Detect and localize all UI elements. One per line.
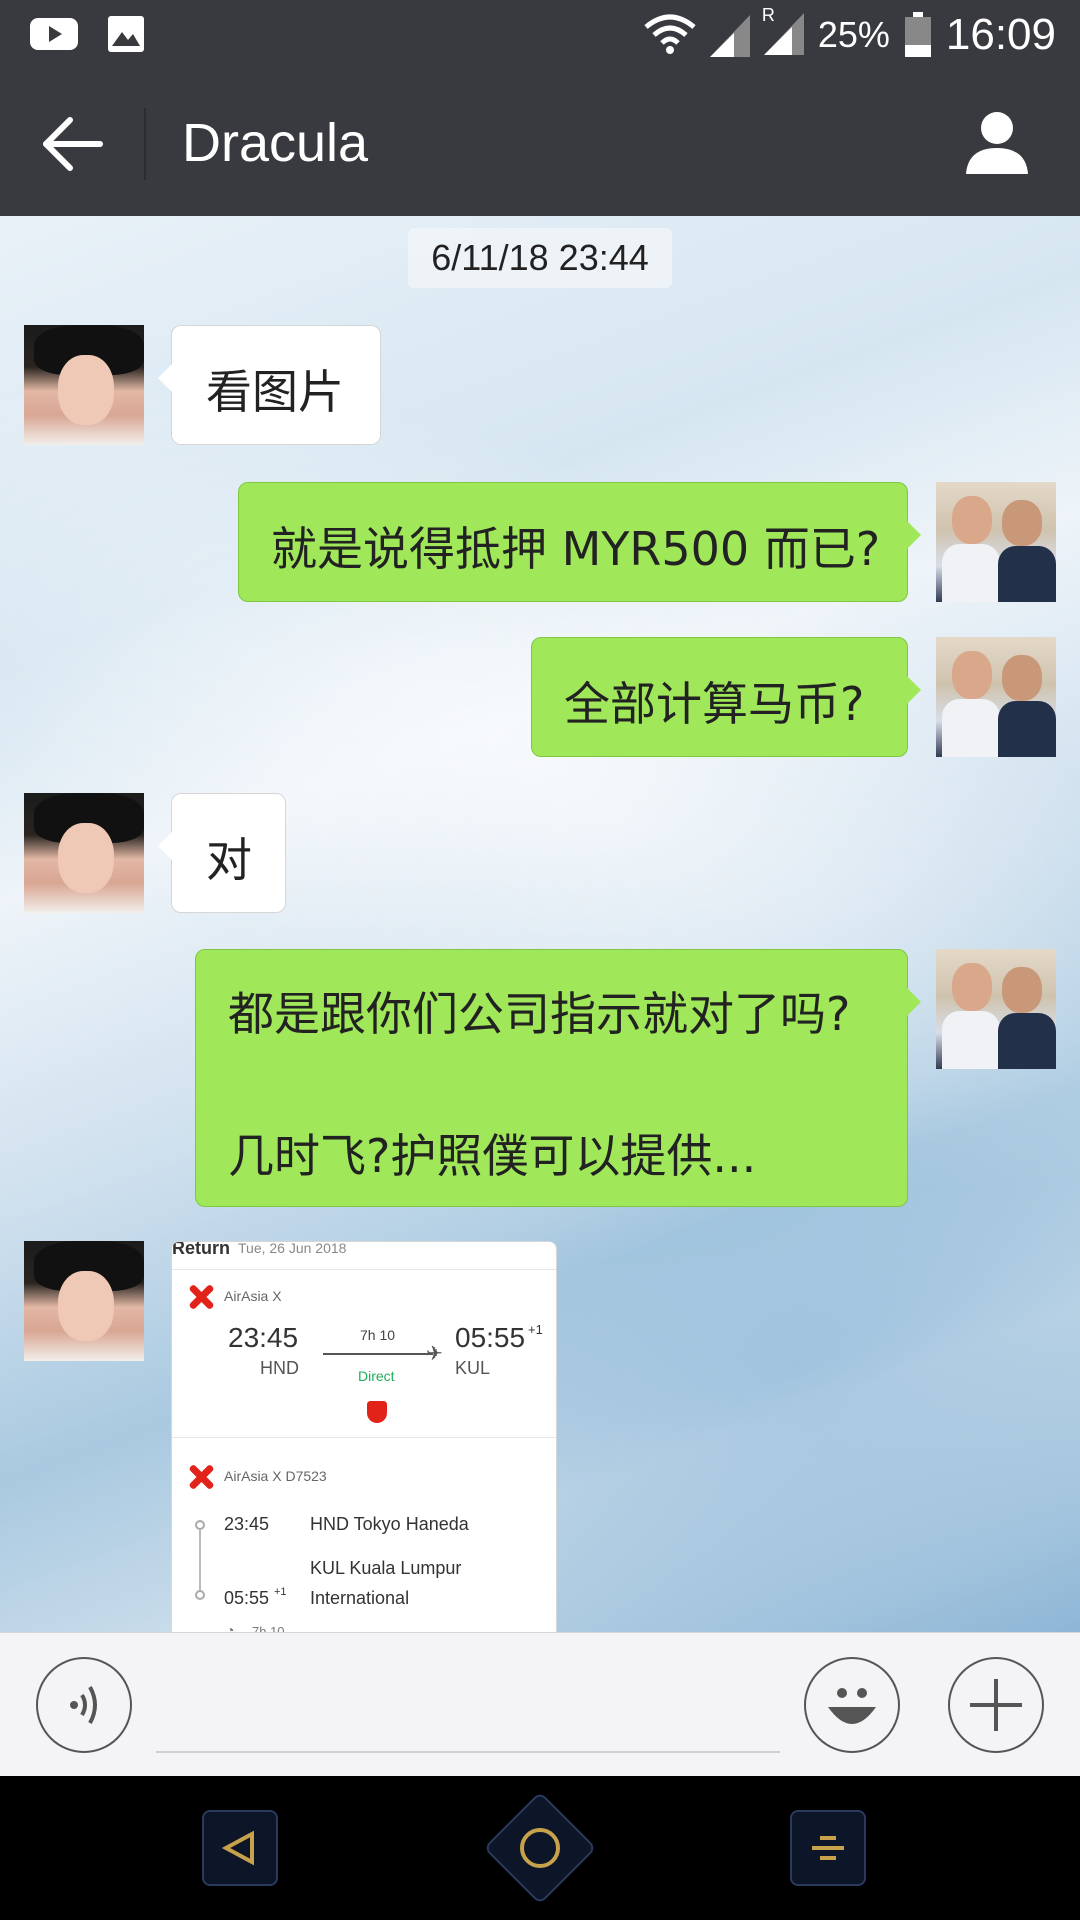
gallery-icon: [108, 16, 144, 52]
incoming-message[interactable]: 看图片: [158, 325, 381, 445]
depart-time: 23:45: [228, 1322, 299, 1353]
message-text: 全部计算马币?: [564, 677, 865, 731]
airline-name: AirAsia X: [224, 1288, 282, 1304]
clock-icon: ◔: [226, 1622, 235, 1632]
clock: 16:09: [945, 10, 1056, 59]
status-bar: R 25% 16:09: [0, 0, 1080, 72]
plane-icon: ✈: [426, 1343, 443, 1365]
friend-avatar[interactable]: [24, 325, 144, 445]
arrow-left-icon[interactable]: [40, 114, 106, 174]
flight-label: AirAsia X D7523: [224, 1468, 327, 1484]
chat-title: Dracula: [182, 113, 369, 173]
timeline-line: [199, 1530, 201, 1594]
message-timestamp: 6/11/18 23:44: [408, 228, 672, 288]
smiley-icon: [828, 1688, 876, 1724]
menu-lines-icon: [812, 1836, 844, 1860]
voice-button[interactable]: [36, 1657, 132, 1753]
shield-icon: [367, 1401, 387, 1423]
message-input[interactable]: [156, 1751, 780, 1753]
detail-arrive-place-1: KUL Kuala Lumpur: [310, 1558, 462, 1578]
message-text-line-1: 都是跟你们公司指示就对了吗?: [228, 987, 851, 1041]
airasia-logo-icon: [186, 1462, 216, 1492]
youtube-icon: [30, 18, 78, 50]
input-bar: [0, 1632, 1080, 1776]
detail-arrive-place-2: International: [310, 1588, 410, 1608]
navigation-bar: [0, 1776, 1080, 1920]
wifi-icon: [644, 14, 696, 54]
timeline-dot-depart: [195, 1520, 205, 1530]
card-header: Return Tue, 26 Jun 2018: [172, 1241, 556, 1270]
card-divider: [172, 1437, 556, 1438]
route-line: [323, 1353, 433, 1355]
header-divider: [144, 108, 146, 180]
plus-button[interactable]: [948, 1657, 1044, 1753]
airasia-logo-icon: [186, 1282, 216, 1312]
friend-avatar[interactable]: [24, 1241, 144, 1361]
message-text: 就是说得抵押 MYR500 而已?: [271, 522, 881, 576]
message-text: 对: [206, 833, 252, 887]
nav-back-button[interactable]: [202, 1810, 278, 1886]
flight-itinerary-image[interactable]: Return Tue, 26 Jun 2018 AirAsia X 23:45 …: [171, 1241, 557, 1632]
message-text-line-2: 几时飞?护照僕可以提供...: [228, 1129, 757, 1183]
outgoing-message[interactable]: 全部计算马币?: [531, 637, 921, 757]
stop-type: Direct: [358, 1368, 395, 1384]
arrive-time: 05:55: [455, 1322, 526, 1353]
emoji-button[interactable]: [804, 1657, 900, 1753]
outgoing-message[interactable]: 都是跟你们公司指示就对了吗? 几时飞?护照僕可以提供...: [195, 949, 921, 1207]
detail-arrive-time: 05:55: [224, 1588, 270, 1608]
self-avatar[interactable]: [936, 637, 1056, 757]
voice-icon: [70, 1686, 97, 1724]
incoming-message[interactable]: 对: [158, 793, 286, 913]
battery-percentage: 25%: [817, 14, 890, 55]
signal-icon: [709, 15, 750, 57]
arrive-code: KUL: [455, 1358, 491, 1378]
battery-icon: [904, 12, 931, 57]
duration: 7h 10: [360, 1327, 396, 1343]
detail-depart-place: HND Tokyo Haneda: [310, 1514, 469, 1534]
depart-code: HND: [260, 1358, 299, 1378]
self-avatar[interactable]: [936, 482, 1056, 602]
person-icon[interactable]: [964, 110, 1030, 176]
detail-arrive-offset: +1: [274, 1586, 287, 1598]
chat-header: Dracula: [0, 72, 1080, 216]
roaming-indicator: R: [761, 5, 775, 25]
self-avatar[interactable]: [936, 949, 1056, 1069]
card-header-date: Tue, 26 Jun 2018: [238, 1241, 347, 1256]
triangle-back-icon: [221, 1830, 254, 1866]
timeline-dot-arrive: [195, 1590, 205, 1600]
detail-depart-time: 23:45: [224, 1514, 270, 1534]
chat-area[interactable]: 6/11/18 23:44 看图片 就是说得抵押 MYR500 而已? 全部计算…: [0, 216, 1080, 1632]
plus-icon: [970, 1679, 1022, 1731]
message-text: 看图片: [206, 365, 344, 419]
circle-home-icon: [520, 1828, 560, 1868]
friend-avatar[interactable]: [24, 793, 144, 913]
outgoing-message[interactable]: 就是说得抵押 MYR500 而已?: [238, 482, 921, 602]
detail-duration: 7h 10: [252, 1624, 285, 1632]
card-header-title: Return: [172, 1241, 230, 1258]
nav-menu-button[interactable]: [790, 1810, 866, 1886]
arrive-offset: +1: [528, 1322, 543, 1337]
